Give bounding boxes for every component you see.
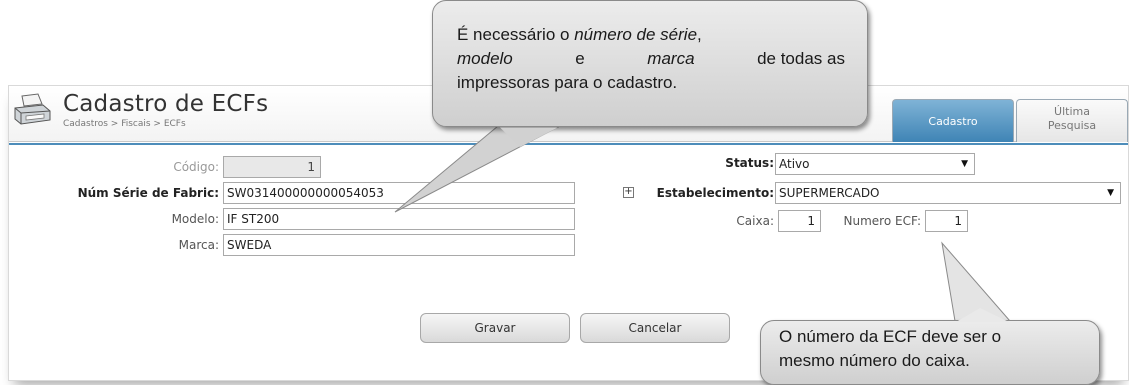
callout-bottom-line2: mesmo número do caixa. bbox=[779, 351, 970, 370]
callout-bottom: O número da ECF deve ser o mesmo número … bbox=[760, 320, 1100, 385]
callout-bottom-line1: O número da ECF deve ser o bbox=[779, 327, 1002, 346]
